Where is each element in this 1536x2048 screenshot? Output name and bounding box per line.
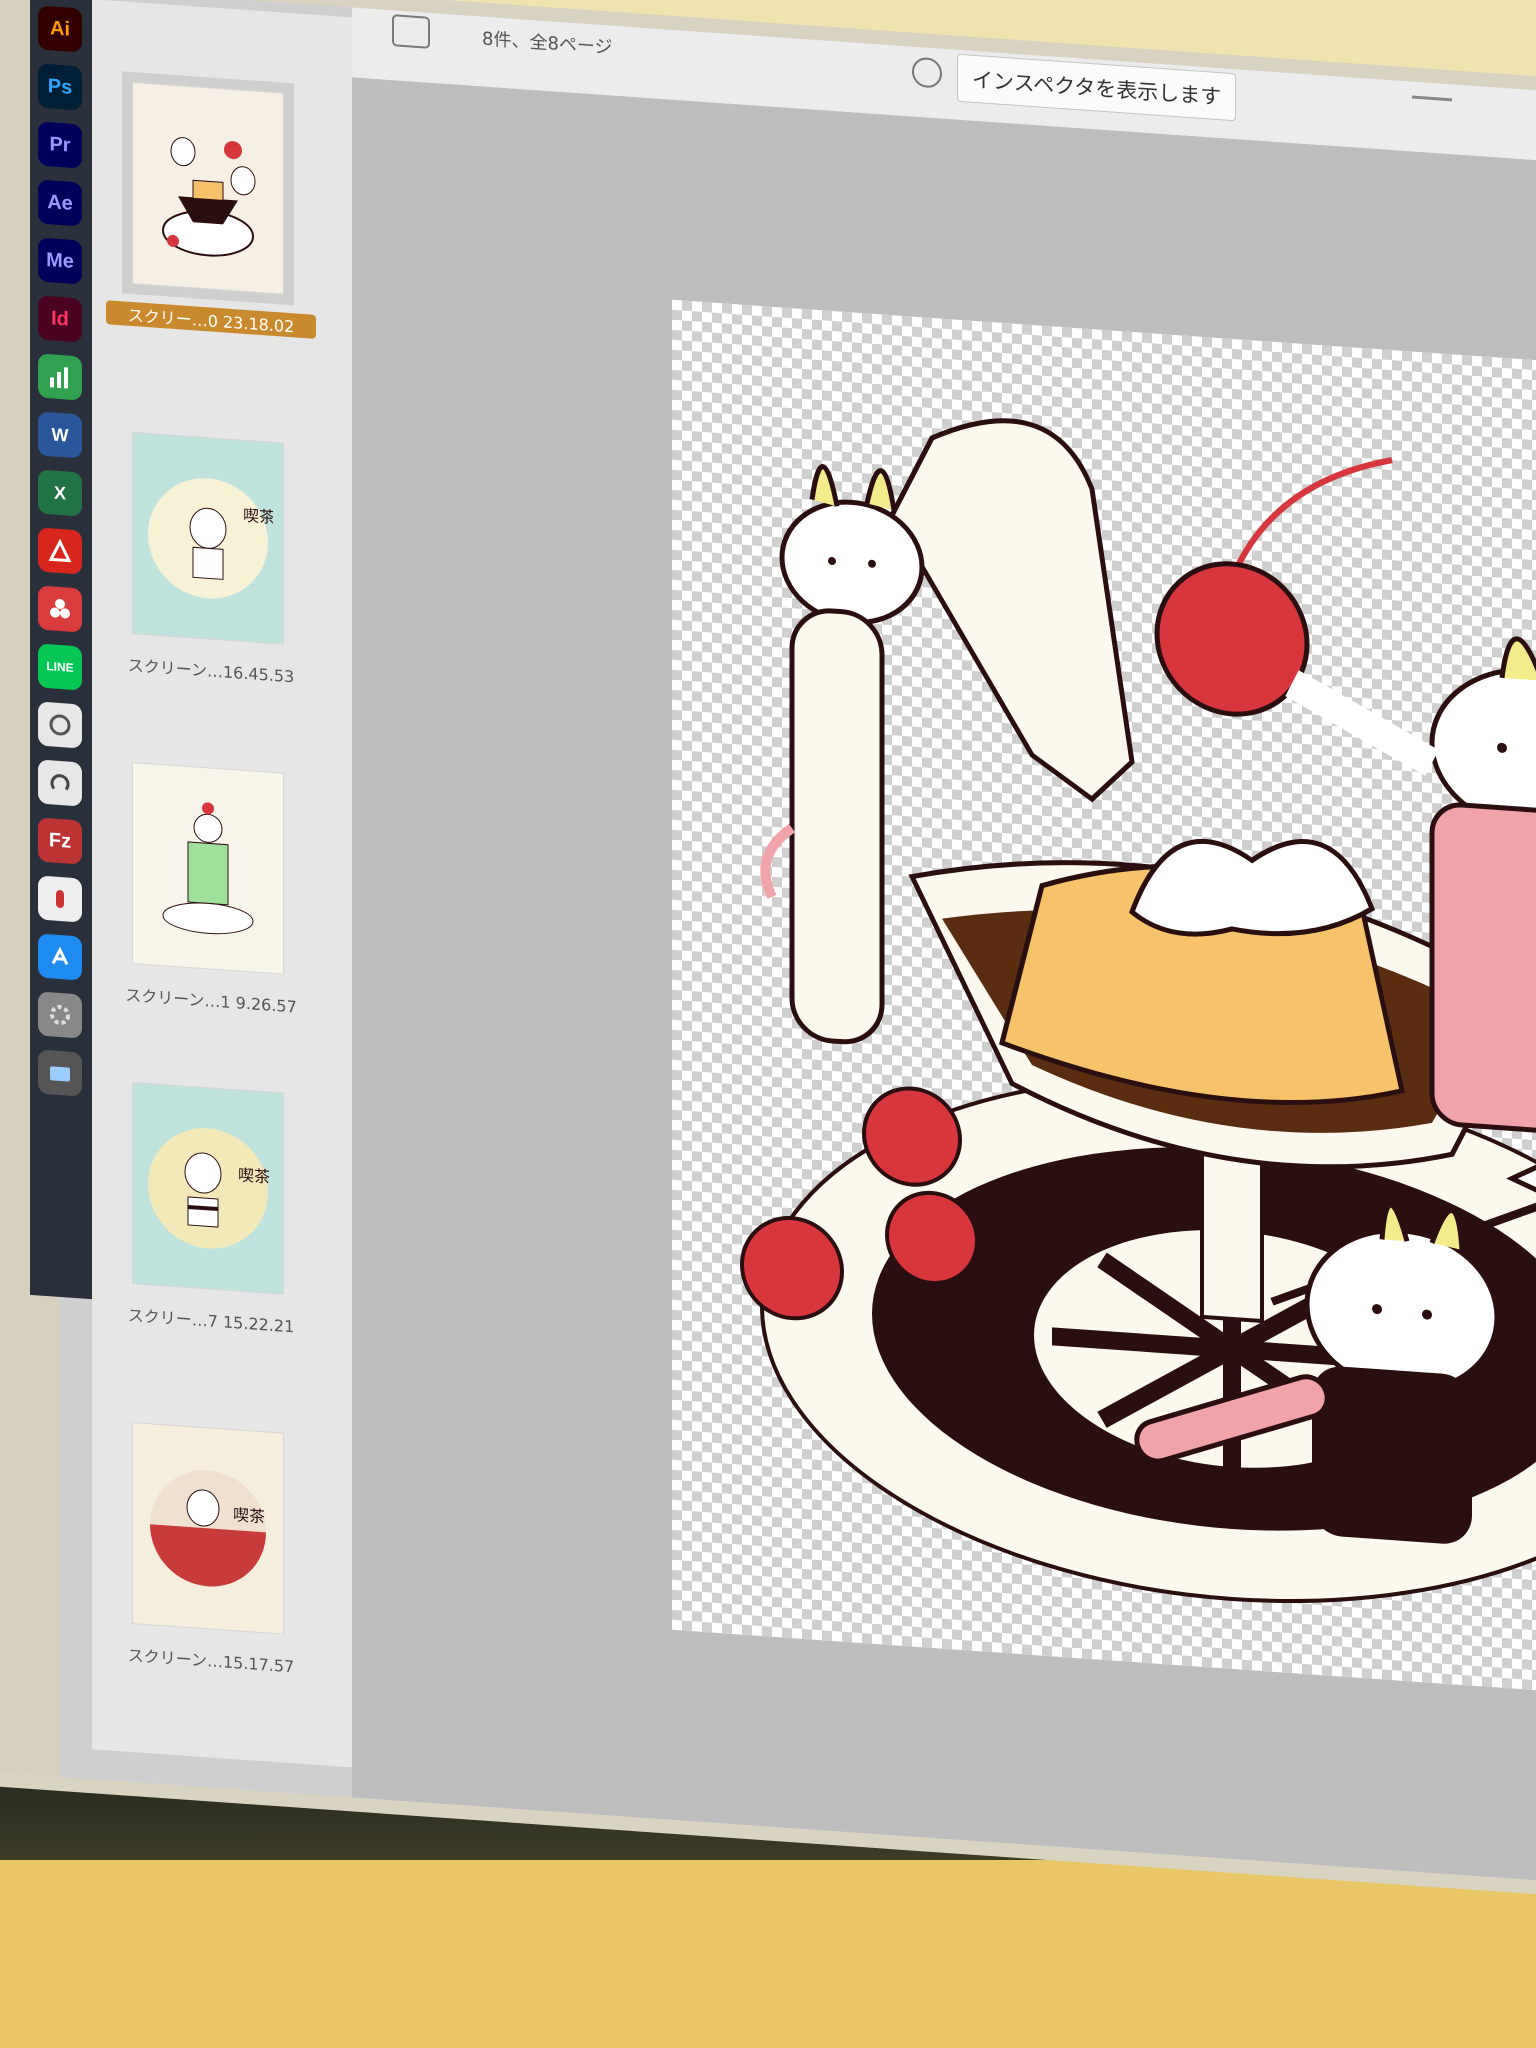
svg-text:喫茶: 喫茶 [233,1505,265,1526]
thumbnail-artwork [162,137,256,257]
svg-text:喫茶: 喫茶 [243,506,273,527]
bunny-body-left [789,608,885,1045]
thumbnail-label: スクリーン…1 9.26.57 [125,985,297,1017]
thumbnail-page-1[interactable] [122,71,294,306]
settings-gear-icon[interactable] [38,991,82,1039]
monitor-screen: Ai Ps Pr Ae Me Id W X LINE Fz スクリー…0 23.… [0,0,1536,1884]
app-label: Pr [49,132,71,157]
thumbnail-artwork: 喫茶 [148,478,273,599]
app-label: Ps [47,74,73,99]
piping-bag [889,418,1135,803]
cherry [1154,561,1310,717]
app-label: Id [51,306,69,331]
info-icon[interactable] [912,56,942,89]
numbers-app-icon[interactable] [38,353,82,401]
app-label: Me [46,248,74,273]
line-app-icon[interactable]: LINE [38,643,82,691]
dock: Ai Ps Pr Ae Me Id W X LINE Fz [30,0,93,1300]
thumbnail-page-5[interactable]: 喫茶 [132,1422,284,1635]
app-label: Ai [50,16,70,41]
after-effects-app-icon[interactable]: Ae [38,179,82,227]
thumbnail-artwork: 喫茶 [148,1128,270,1249]
thumbnail-sidebar: スクリー…0 23.18.02 喫茶 スクリーン…16.45.53 スクリーン…… [92,0,353,1768]
transparent-canvas [672,299,1536,1718]
page-count: 8件、全8ページ [482,28,613,59]
svg-text:喫茶: 喫茶 [238,1165,270,1186]
thumbnail-artwork: 喫茶 [150,1470,266,1587]
thumbnail-page-4[interactable]: 喫茶 [132,1082,284,1295]
excel-app-icon[interactable]: X [38,469,82,517]
utility-app-icon[interactable] [38,875,82,923]
thumbnail-label: スクリー…7 15.22.21 [127,1305,295,1337]
acrobat-app-icon[interactable] [38,527,82,575]
premiere-app-icon[interactable]: Pr [38,121,82,169]
minimize-icon[interactable] [1412,95,1452,102]
bunny-body-bottom [1312,1366,1472,1544]
app-label: Ae [47,190,73,215]
thumbnail-artwork [162,802,254,935]
folder-icon[interactable] [38,1049,82,1097]
clip-app-icon[interactable] [38,759,82,807]
illustrator-app-icon[interactable]: Ai [38,5,82,53]
sync-app-icon[interactable] [38,701,82,749]
canvas-area [352,77,1536,1884]
thumbnail-label: スクリー…0 23.18.02 [106,300,316,339]
bunny-apron-pink [1429,802,1536,1138]
thumbnail-page-2[interactable]: 喫茶 [132,432,284,645]
bunny-arm-right [1285,670,1439,776]
thumbnail-label: スクリーン…16.45.53 [127,655,295,687]
thumbnail-page-3[interactable] [132,762,284,975]
sidebar-toggle-icon[interactable] [392,14,430,49]
photo-app-icon[interactable] [38,585,82,633]
pudding-illustration [740,418,1536,1604]
word-app-icon[interactable]: W [38,411,82,459]
filezilla-app-icon[interactable]: Fz [38,817,82,865]
apron-ribbon-left [760,823,796,899]
thumbnail-label: スクリーン…15.17.57 [127,1645,295,1677]
app-store-icon[interactable] [38,933,82,981]
photoshop-app-icon[interactable]: Ps [38,63,82,111]
desk-foreground [0,1860,1536,2048]
media-encoder-app-icon[interactable]: Me [38,237,82,285]
inspector-tooltip: インスペクタを表示します [957,53,1237,122]
indesign-app-icon[interactable]: Id [38,295,82,343]
